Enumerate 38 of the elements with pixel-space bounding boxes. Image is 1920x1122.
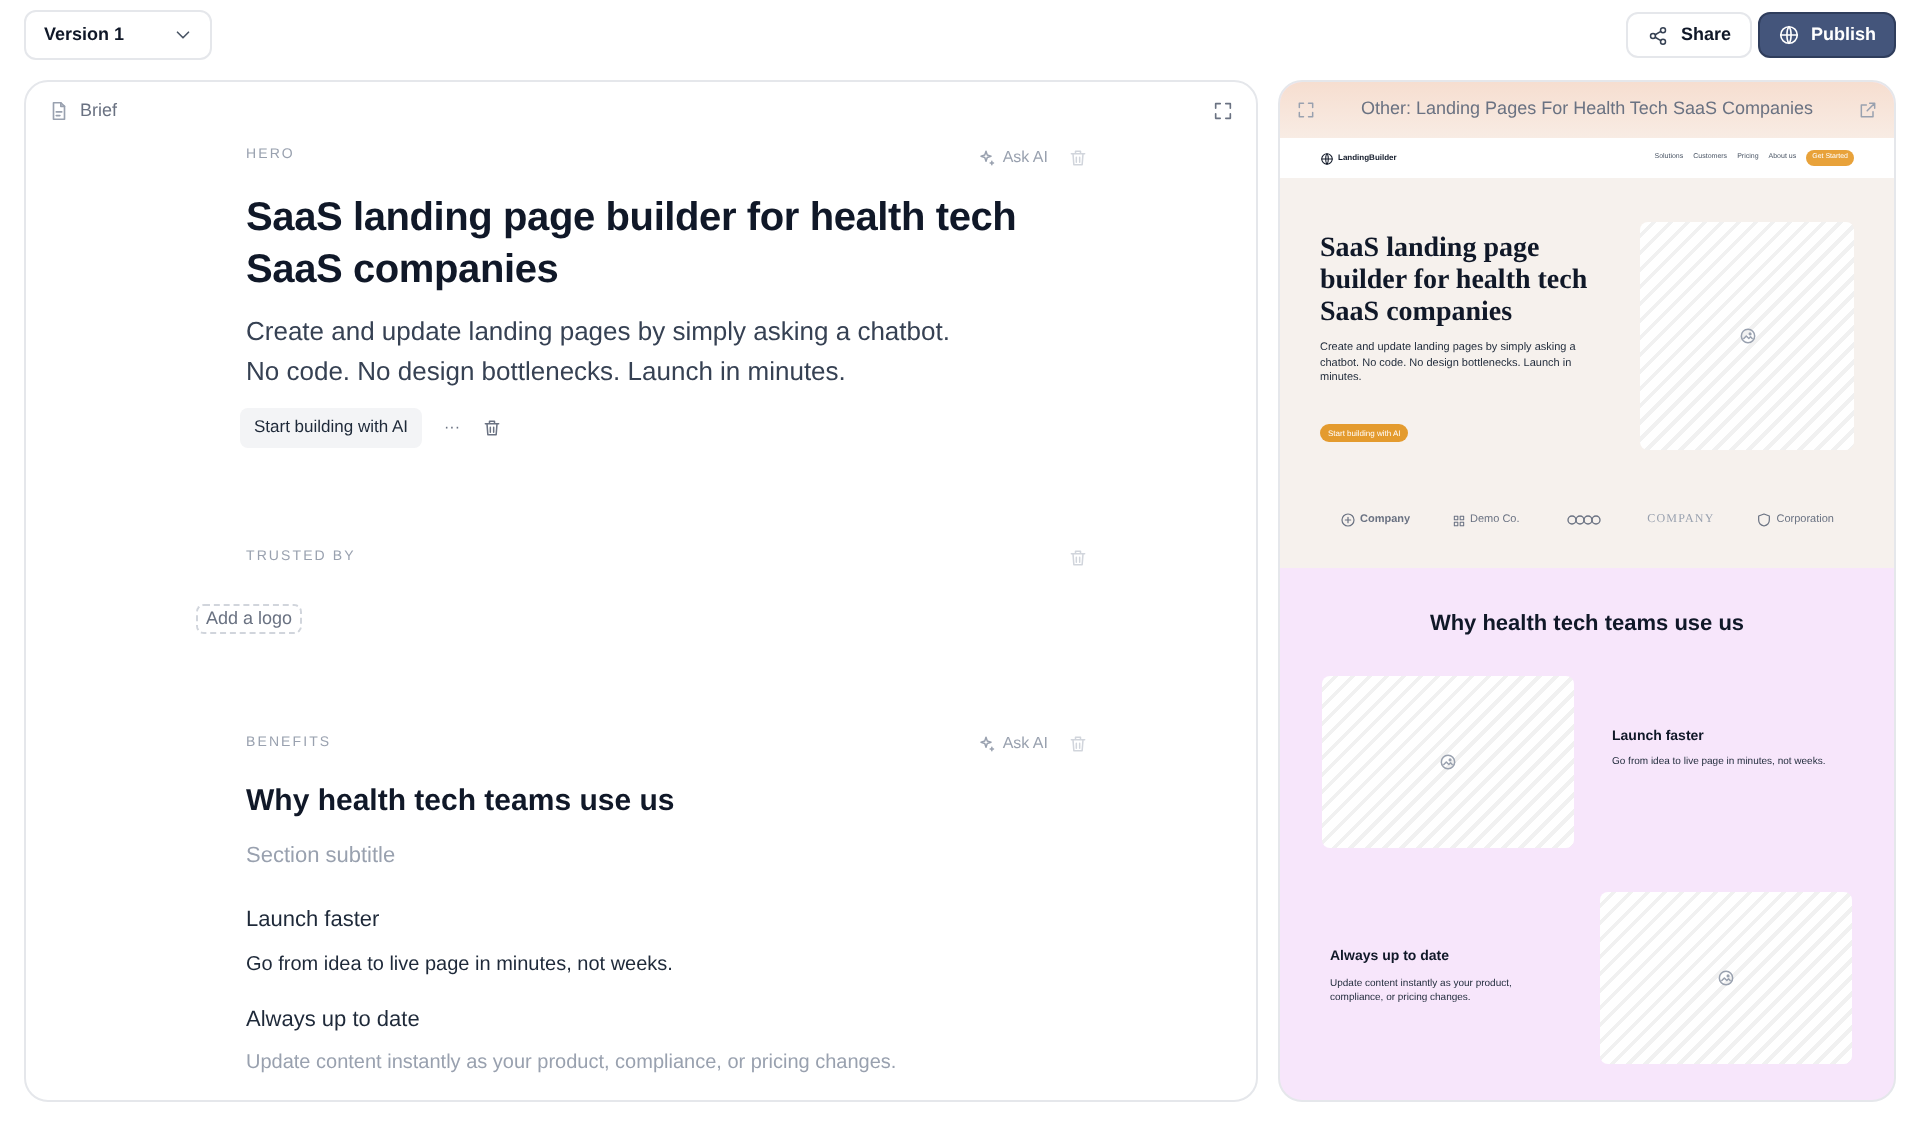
expand-icon — [1212, 100, 1234, 123]
preview-title: Other: Landing Pages For Health Tech SaaS Companies — [1361, 96, 1813, 123]
grid-logo-icon — [1452, 513, 1466, 527]
more-button[interactable]: ··· — [438, 415, 467, 439]
logo-icon — [1320, 151, 1334, 165]
image-icon — [1438, 751, 1458, 771]
version-select[interactable]: Version 1 — [24, 10, 213, 60]
rings-logo-icon — [1561, 512, 1606, 528]
trash-icon — [482, 417, 503, 437]
image-icon — [1737, 326, 1757, 346]
share-button[interactable]: Share — [1626, 12, 1753, 58]
publish-button[interactable]: Publish — [1758, 12, 1896, 58]
image-icon — [1716, 967, 1736, 987]
sparkle-icon — [976, 734, 997, 754]
benefit-description: Go from idea to live page in minutes, not weeks. — [246, 951, 675, 979]
external-link-icon — [1858, 100, 1878, 120]
preview-section-heading: Why health tech teams use us — [1427, 610, 1747, 640]
trash-icon — [1068, 547, 1088, 568]
trash-icon — [1068, 734, 1088, 754]
benefit-title: Launch faster — [246, 906, 382, 936]
expand-icon — [1296, 100, 1316, 120]
subtitle-field[interactable]: Section subtitle — [246, 839, 646, 872]
share-icon — [1648, 25, 1669, 45]
shield-logo-icon — [1756, 512, 1773, 528]
benefit-description: Update content instantly as your product, compliance, or pricing changes. — [246, 1050, 899, 1078]
globe-icon — [1778, 24, 1801, 46]
circle-logo-icon — [1340, 512, 1356, 528]
editor-title: Brief — [80, 98, 118, 124]
add-logo-button[interactable]: Add a logo — [196, 604, 303, 634]
preview-hero-heading: SaaS landing page builder for health tech SaaS companies — [1320, 234, 1590, 330]
cta-button[interactable]: Start building with AI — [240, 407, 423, 447]
sparkle-icon — [976, 147, 997, 167]
benefit-title: Always up to date — [246, 1005, 422, 1035]
document-icon — [48, 100, 70, 123]
trash-icon — [1068, 147, 1088, 167]
section-heading: Why health tech teams use us — [246, 782, 677, 822]
hero-description: Create and update landing pages by simply asking a chatbot. No code. No design bottlenecks. Launch in minutes. — [246, 313, 952, 390]
hero-heading: SaaS landing page builder for health tech SaaS companies — [246, 193, 1019, 295]
